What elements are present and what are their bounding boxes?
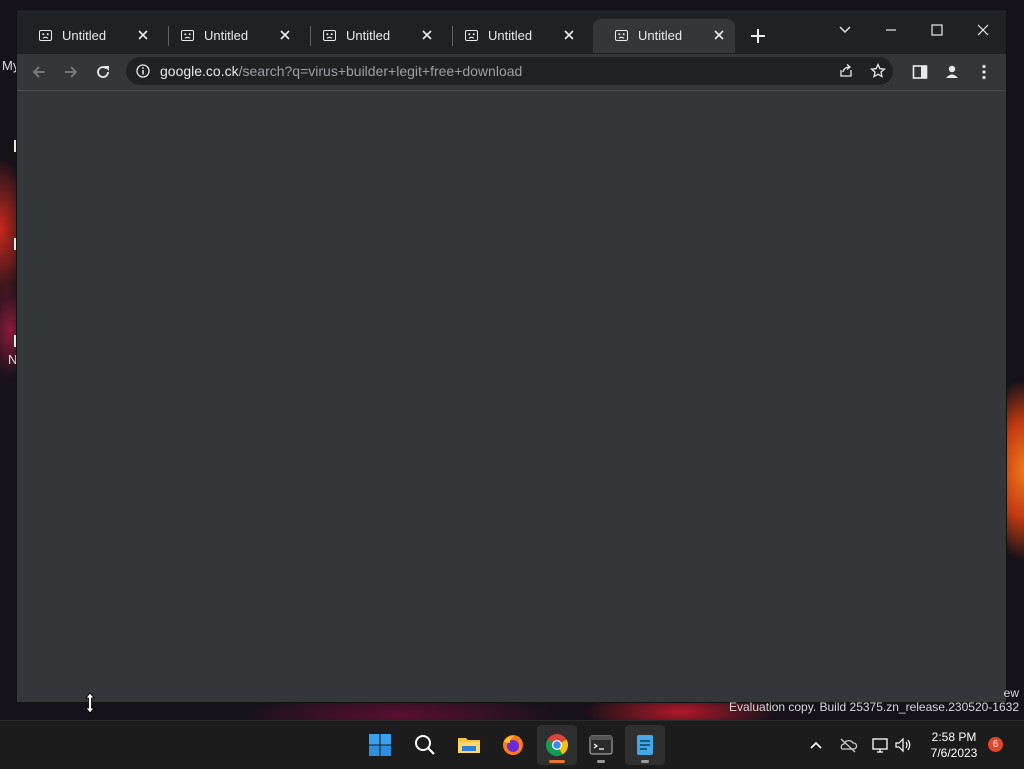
clock-time: 2:58 PM (931, 730, 977, 744)
tab[interactable]: Untitled (17, 19, 159, 53)
tab[interactable]: Untitled (159, 19, 301, 53)
folder-icon (458, 738, 480, 753)
tab-title: Untitled (638, 28, 683, 43)
taskbar-file-explorer[interactable] (449, 725, 489, 765)
close-icon[interactable] (135, 27, 151, 43)
tab-title: Untitled (204, 28, 249, 43)
firefox-icon (503, 735, 523, 755)
desktop-icon-label[interactable]: N (8, 352, 17, 367)
chrome-icon (546, 734, 568, 756)
tab-title: Untitled (62, 28, 107, 43)
taskbar-chrome[interactable] (537, 725, 577, 765)
running-indicator (597, 760, 605, 763)
sad-page-icon (323, 30, 336, 41)
taskbar: 2:58 PM 7/6/2023 6 (0, 720, 1024, 769)
new-tab-icon[interactable] (749, 27, 767, 45)
terminal-icon (589, 735, 613, 755)
maximize-icon[interactable] (924, 16, 950, 42)
clock-date: 7/6/2023 (930, 746, 978, 760)
tab-title: Untitled (488, 28, 533, 43)
tab[interactable]: Untitled (301, 19, 443, 53)
close-icon[interactable] (711, 27, 727, 43)
notification-badge[interactable]: 6 (988, 737, 1003, 752)
tab-strip: Untitled Untitled Untitled Untitled Unti… (17, 10, 1006, 54)
browser-window: Untitled Untitled Untitled Untitled Unti… (17, 10, 1006, 702)
close-window-icon[interactable] (970, 16, 996, 42)
onedrive-off-icon[interactable] (838, 735, 858, 755)
side-panel-icon[interactable] (910, 62, 930, 82)
start-button[interactable] (360, 725, 400, 765)
running-indicator (641, 760, 649, 763)
reload-icon[interactable] (93, 62, 113, 82)
tab[interactable]: Untitled (443, 19, 585, 53)
site-info-icon[interactable] (136, 64, 150, 78)
taskbar-search-button[interactable] (405, 725, 445, 765)
menu-kebab-icon[interactable] (974, 62, 994, 82)
tab-title: Untitled (346, 28, 391, 43)
minimize-icon[interactable] (878, 16, 904, 42)
address-bar[interactable]: google.co.ck/search?q=virus+builder+legi… (126, 57, 893, 85)
browser-toolbar: google.co.ck/search?q=virus+builder+legi… (17, 54, 1006, 91)
close-icon[interactable] (277, 27, 293, 43)
sad-page-icon (39, 30, 52, 41)
sad-page-icon (615, 30, 628, 41)
windows-logo-icon (369, 734, 391, 756)
page-content[interactable] (17, 91, 1006, 702)
system-clock[interactable]: 2:58 PM 7/6/2023 (920, 729, 988, 761)
url-path: /search?q=virus+builder+legit+free+downl… (238, 63, 523, 79)
volume-icon[interactable] (893, 735, 913, 755)
search-icon (415, 735, 435, 755)
chevron-up-icon[interactable] (806, 735, 826, 755)
watermark-fragment: ew (1003, 686, 1019, 700)
url-text[interactable]: google.co.ck/search?q=virus+builder+legi… (160, 63, 522, 79)
bookmark-star-icon[interactable] (870, 63, 886, 79)
taskbar-firefox[interactable] (493, 725, 533, 765)
network-icon[interactable] (870, 735, 890, 755)
tab-active[interactable]: Untitled (593, 19, 735, 53)
close-icon[interactable] (561, 27, 577, 43)
sad-page-icon (465, 30, 478, 41)
resize-cursor-icon (85, 692, 95, 714)
running-indicator (549, 760, 565, 763)
url-host: google.co.ck (160, 63, 239, 79)
profile-icon[interactable] (942, 62, 962, 82)
notepad-icon (637, 735, 653, 755)
forward-icon[interactable] (61, 62, 81, 82)
tab-search-chevron-icon[interactable] (832, 16, 858, 42)
evaluation-watermark: Evaluation copy. Build 25375.zn_release.… (729, 700, 1019, 714)
taskbar-notepad[interactable] (625, 725, 665, 765)
share-icon[interactable] (838, 63, 854, 79)
taskbar-terminal[interactable] (581, 725, 621, 765)
close-icon[interactable] (419, 27, 435, 43)
back-icon[interactable] (29, 62, 49, 82)
sad-page-icon (181, 30, 194, 41)
